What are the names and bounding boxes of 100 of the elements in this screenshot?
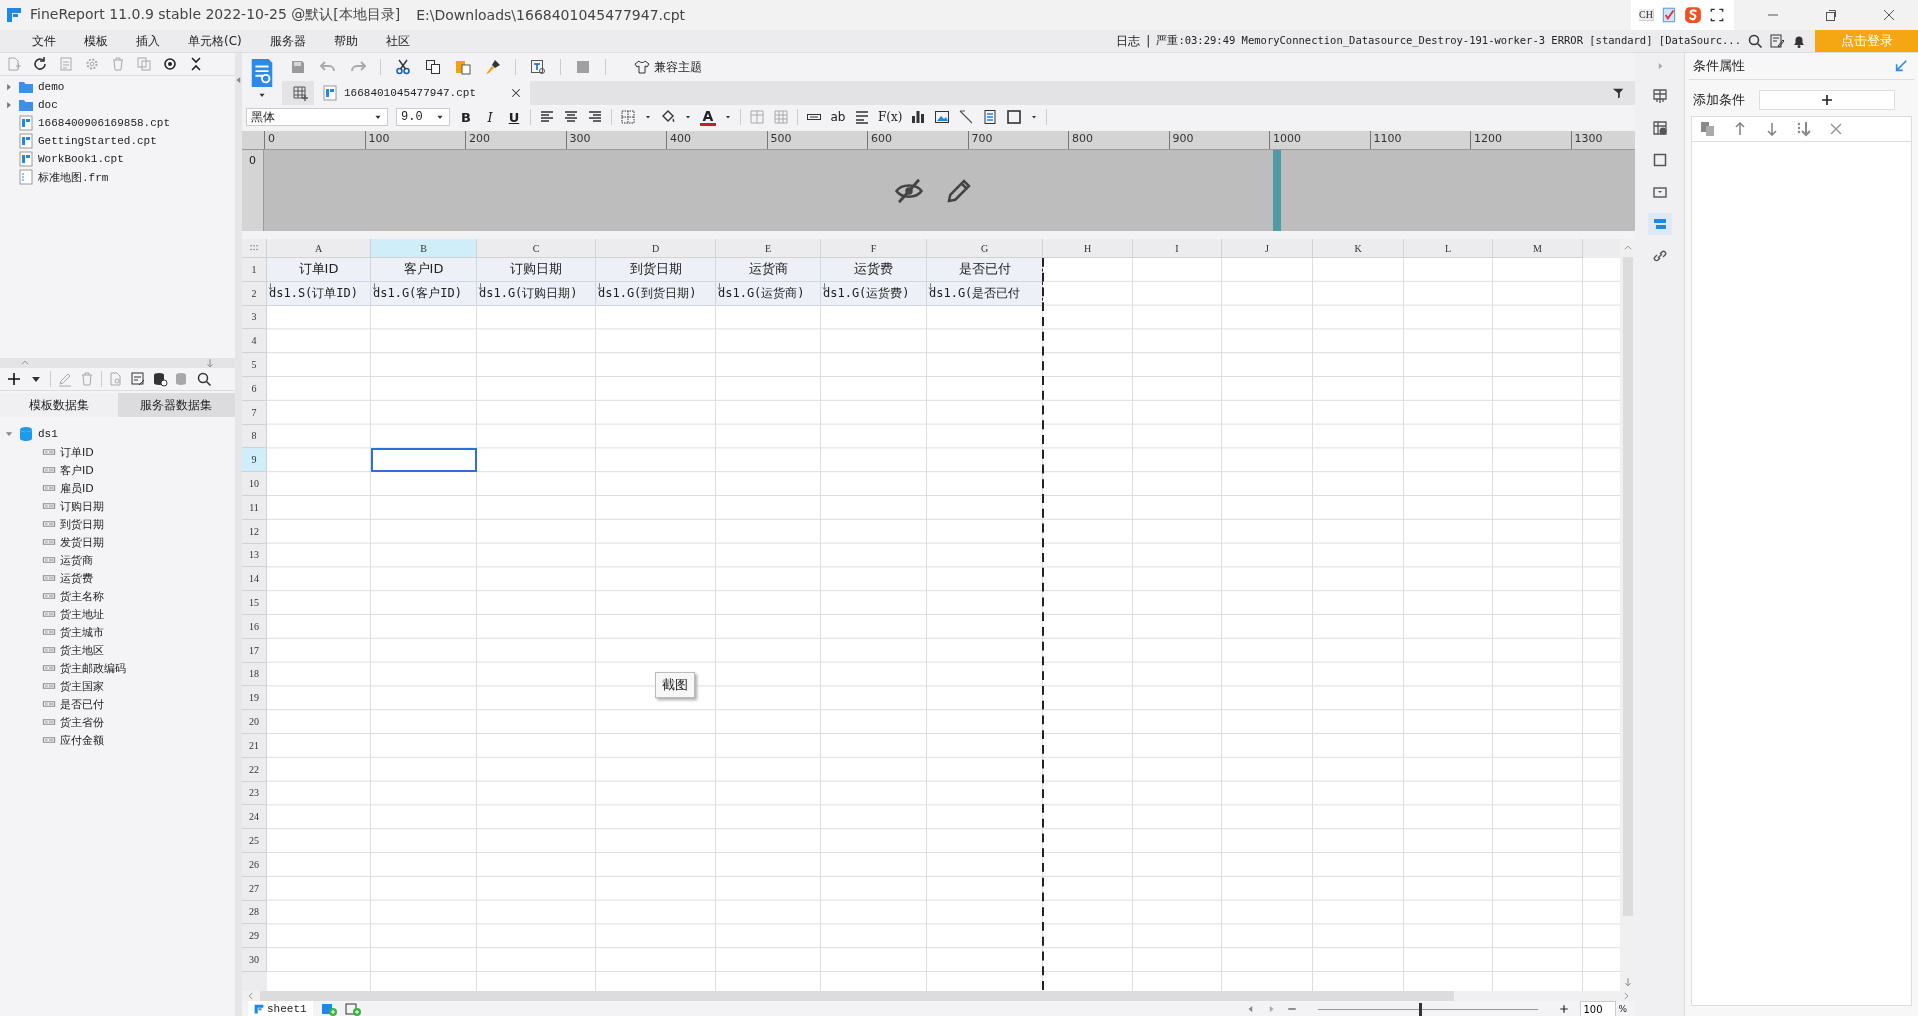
tree-item[interactable]: 运货商: [60, 552, 93, 568]
tree-item[interactable]: 货主名称: [60, 588, 104, 604]
row-header[interactable]: 3: [242, 305, 267, 330]
column-header[interactable]: G: [927, 239, 1043, 258]
row-header[interactable]: 12: [242, 519, 267, 544]
font-size-select[interactable]: 9.0: [396, 108, 450, 126]
tree-item[interactable]: GettingStarted.cpt: [38, 135, 157, 147]
sheet-tab[interactable]: sheet1: [248, 1001, 313, 1016]
document-tab[interactable]: 1668401045477947.cpt: [314, 81, 530, 105]
row-header[interactable]: 4: [242, 329, 267, 354]
menu-item[interactable]: 社区: [371, 30, 424, 52]
column-header[interactable]: F: [821, 239, 927, 258]
tree-item[interactable]: 是否已付: [60, 696, 104, 712]
column-header[interactable]: H: [1043, 239, 1133, 258]
row-header[interactable]: 26: [242, 852, 267, 877]
log-message[interactable]: 严重:03:29:49 MemoryConnection_Datasource_Destroy-191-worker-3 ERROR [standard] [DataSourc...: [1156, 34, 1741, 48]
ruler-label: 200: [469, 132, 490, 145]
row-header[interactable]: 19: [242, 686, 267, 711]
zoom-field[interactable]: 100: [1580, 1001, 1617, 1016]
row-header[interactable]: 27: [242, 876, 267, 901]
tree-item[interactable]: demo: [38, 81, 65, 93]
row-header[interactable]: 14: [242, 567, 267, 592]
column-header[interactable]: E: [716, 239, 821, 258]
row-header[interactable]: 7: [242, 400, 267, 425]
row-header[interactable]: 21: [242, 733, 267, 758]
row-header[interactable]: 23: [242, 781, 267, 806]
tree-item[interactable]: doc: [38, 99, 58, 111]
column-header[interactable]: L: [1404, 239, 1493, 258]
tree-item[interactable]: 雇员ID: [60, 480, 94, 496]
row-header[interactable]: 11: [242, 495, 267, 520]
row-header[interactable]: 1: [242, 258, 267, 282]
font-select[interactable]: 黑体: [246, 108, 388, 126]
tree-item[interactable]: 1668400906169858.cpt: [38, 117, 171, 129]
row-header[interactable]: 22: [242, 757, 267, 782]
tree-item[interactable]: 到货日期: [60, 516, 104, 532]
row-header[interactable]: 15: [242, 591, 267, 615]
column-header[interactable]: J: [1222, 239, 1313, 258]
tree-item[interactable]: 货主城市: [60, 624, 104, 640]
window-title: FineReport 11.0.9 stable 2022-10-25 @默认[本地目录]: [30, 6, 401, 24]
row-header[interactable]: 9: [242, 448, 267, 473]
ruler-label: 1200: [1474, 132, 1502, 145]
tree-item[interactable]: 订购日期: [60, 498, 104, 514]
column-header[interactable]: B: [371, 239, 477, 258]
row-header[interactable]: 13: [242, 543, 267, 568]
italic-button[interactable]: I: [482, 109, 498, 125]
row-header[interactable]: 25: [242, 829, 267, 853]
row-header[interactable]: 24: [242, 805, 267, 830]
column-header[interactable]: M: [1493, 239, 1583, 258]
menu-item[interactable]: 单元格(C): [174, 30, 256, 52]
row-header[interactable]: 18: [242, 662, 267, 687]
row-header[interactable]: 6: [242, 377, 267, 401]
tree-item[interactable]: 客户ID: [60, 462, 94, 478]
menu-item[interactable]: 帮助: [319, 30, 372, 52]
column-header[interactable]: D: [596, 239, 716, 258]
row-header[interactable]: 8: [242, 424, 267, 449]
dataset-tab[interactable]: 模板数据集: [0, 393, 118, 417]
row-header[interactable]: 16: [242, 614, 267, 639]
text-type-button[interactable]: ab: [830, 110, 846, 124]
column-header[interactable]: I: [1133, 239, 1222, 258]
tree-item[interactable]: WorkBook1.cpt: [38, 153, 124, 165]
column-header[interactable]: A: [267, 239, 371, 258]
tree-item[interactable]: 货主省份: [60, 714, 104, 730]
ruler-label: 100: [368, 132, 390, 145]
row-header[interactable]: 30: [242, 948, 267, 972]
tree-item[interactable]: 发货日期: [60, 534, 104, 550]
row-header[interactable]: 10: [242, 472, 267, 496]
menu-item[interactable]: 模板: [70, 30, 122, 52]
ruler-label: 300: [569, 132, 591, 145]
tree-item[interactable]: 货主地址: [60, 606, 104, 622]
underline-button[interactable]: U: [506, 109, 522, 125]
tree-item[interactable]: 运货费: [60, 570, 93, 586]
tree-item[interactable]: ds1: [38, 428, 58, 440]
tree-item[interactable]: 货主国家: [60, 678, 104, 694]
theme-button[interactable]: 兼容主题: [634, 58, 702, 76]
input-method-indicator[interactable]: CH: [1639, 9, 1654, 21]
row-header[interactable]: 29: [242, 924, 267, 949]
ruler-label: 1100: [1373, 132, 1402, 145]
column-header[interactable]: K: [1313, 239, 1404, 258]
row-header[interactable]: 28: [242, 900, 267, 925]
row-header[interactable]: 17: [242, 638, 267, 663]
column-header[interactable]: C: [477, 239, 596, 258]
row-header[interactable]: 20: [242, 710, 267, 734]
formula-button[interactable]: F(x): [878, 110, 903, 124]
font-color-button[interactable]: A: [700, 108, 716, 126]
table-cell: ds1.G(到货日期): [596, 281, 716, 306]
tree-item[interactable]: 标准地图.frm: [38, 169, 109, 185]
tree-item[interactable]: 订单ID: [60, 444, 94, 460]
dataset-tab[interactable]: 服务器数据集: [117, 393, 235, 417]
row-header[interactable]: 2: [242, 281, 267, 306]
tree-item[interactable]: 应付金额: [60, 732, 104, 748]
log-label[interactable]: 日志: [1116, 32, 1141, 50]
menu-item[interactable]: 插入: [122, 30, 174, 52]
tree-item[interactable]: 货主地区: [60, 642, 104, 658]
menu-item[interactable]: 文件: [18, 30, 70, 52]
table-cell: 客户ID: [371, 258, 477, 282]
row-header[interactable]: 5: [242, 353, 267, 377]
menu-item[interactable]: 服务器: [255, 30, 320, 52]
ruler-label: 0: [249, 154, 256, 167]
tree-item[interactable]: 货主邮政编码: [60, 660, 126, 676]
bold-button[interactable]: B: [458, 109, 474, 125]
